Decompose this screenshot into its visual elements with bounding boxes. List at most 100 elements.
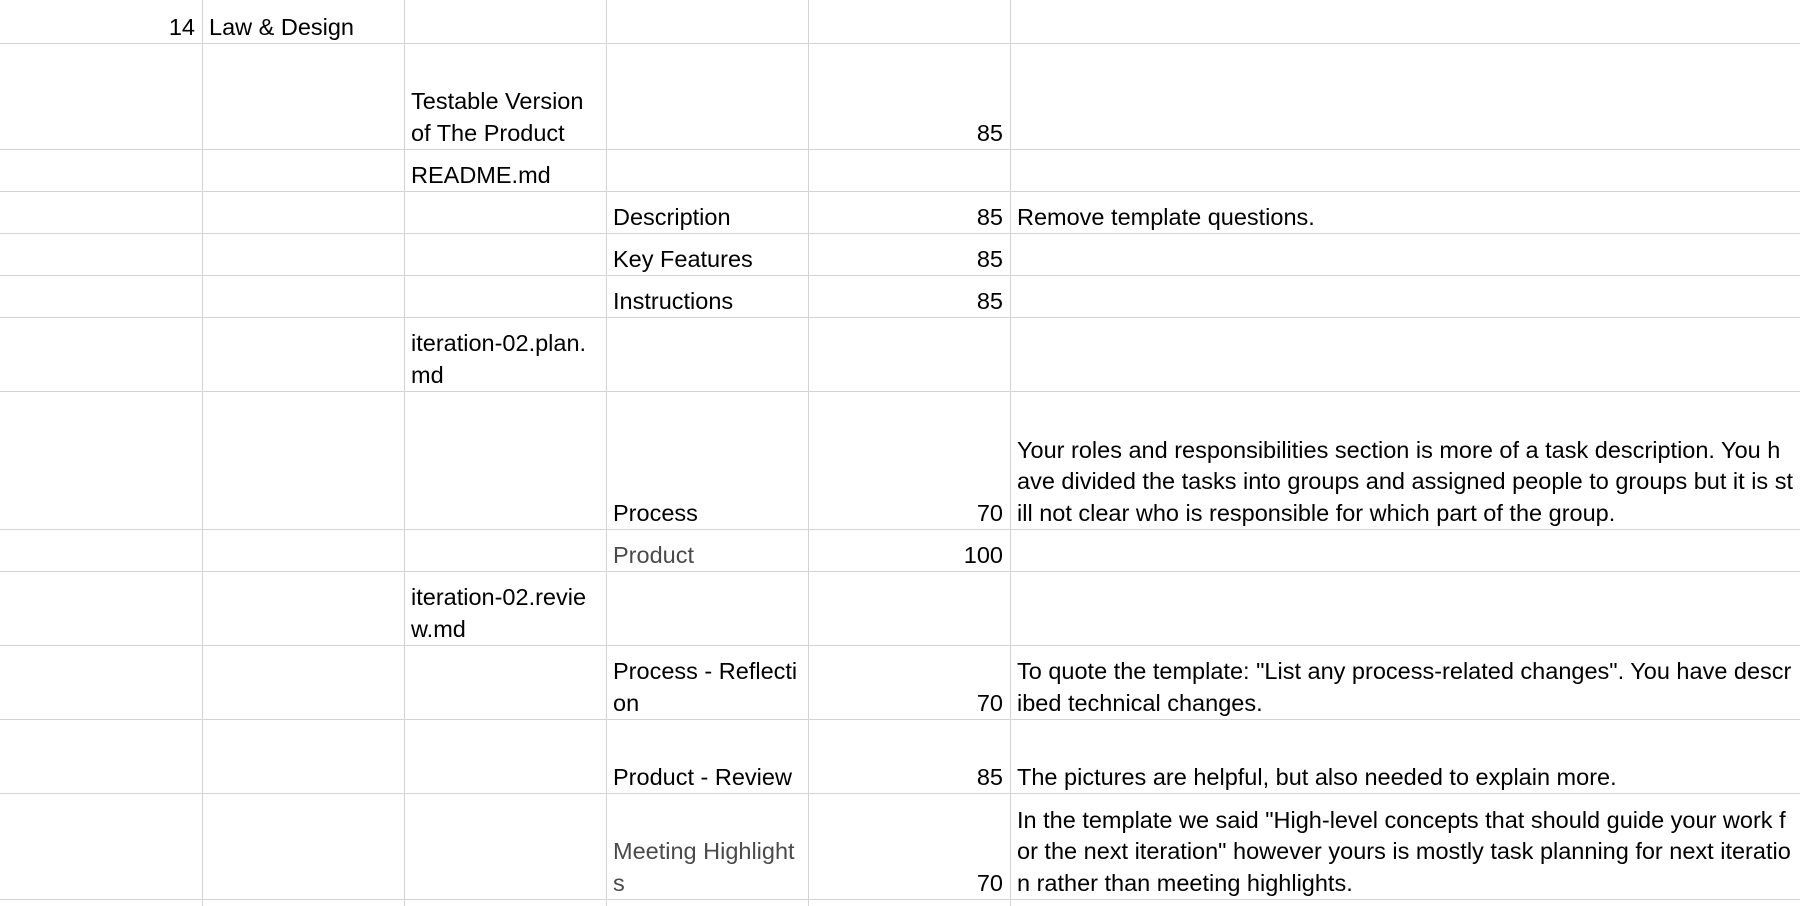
cell[interactable] (808, 899, 1011, 906)
cell[interactable] (0, 317, 203, 392)
comment-cell[interactable]: Remove template questions. (1010, 191, 1800, 234)
score-cell[interactable] (808, 317, 1011, 392)
comment-cell[interactable] (1010, 275, 1800, 318)
cell[interactable] (404, 719, 607, 794)
cell[interactable] (202, 793, 405, 900)
cell[interactable] (1010, 899, 1800, 906)
score-cell[interactable] (808, 571, 1011, 646)
table-row: iteration-02.review.md (0, 571, 1800, 646)
cell[interactable] (202, 191, 405, 234)
criterion-cell[interactable]: Key Features (606, 233, 809, 276)
comment-cell[interactable]: Your roles and responsibilities section … (1010, 391, 1800, 530)
table-row: Process 70 Your roles and responsibiliti… (0, 391, 1800, 530)
comment-cell[interactable] (1010, 233, 1800, 276)
deliverable-cell[interactable]: iteration-02.review.md (404, 571, 607, 646)
table-row: Instructions 85 (0, 275, 1800, 318)
criterion-cell[interactable]: Meeting Highlights (606, 793, 809, 900)
score-cell[interactable]: 100 (808, 529, 1011, 572)
cell[interactable] (0, 529, 203, 572)
criterion-cell[interactable]: Process (606, 391, 809, 530)
criterion-cell[interactable]: Product - Review (606, 719, 809, 794)
table-row: Process - Reflection 70 To quote the tem… (0, 645, 1800, 720)
cell[interactable] (202, 275, 405, 318)
cell[interactable] (808, 0, 1011, 44)
cell[interactable] (0, 43, 203, 150)
cell[interactable] (0, 391, 203, 530)
comment-cell[interactable]: In the template we said "High-level conc… (1010, 793, 1800, 900)
criterion-cell[interactable]: Instructions (606, 275, 809, 318)
cell[interactable] (0, 191, 203, 234)
cell[interactable] (404, 233, 607, 276)
comment-cell[interactable] (1010, 317, 1800, 392)
cell[interactable] (0, 719, 203, 794)
grading-table: 14 Law & Design Testable Version of The … (0, 0, 1800, 906)
cell[interactable] (0, 233, 203, 276)
cell[interactable] (202, 43, 405, 150)
cell[interactable] (202, 529, 405, 572)
cell[interactable] (404, 191, 607, 234)
score-cell[interactable]: 70 (808, 793, 1011, 900)
cell[interactable] (606, 43, 809, 150)
cell[interactable] (202, 719, 405, 794)
cell[interactable] (0, 149, 203, 192)
cell[interactable] (202, 149, 405, 192)
cell[interactable] (404, 529, 607, 572)
cell[interactable] (404, 793, 607, 900)
criterion-cell[interactable]: Process - Reflection (606, 645, 809, 720)
team-name-cell[interactable]: Law & Design (202, 0, 405, 44)
comment-cell[interactable] (1010, 529, 1800, 572)
cell[interactable] (202, 317, 405, 392)
criterion-cell[interactable]: Description (606, 191, 809, 234)
table-row: Product 100 (0, 529, 1800, 572)
table-row: Testable Version of The Product 85 (0, 43, 1800, 150)
comment-cell[interactable] (1010, 149, 1800, 192)
score-cell[interactable]: 85 (808, 191, 1011, 234)
cell[interactable] (404, 645, 607, 720)
cell[interactable] (202, 645, 405, 720)
table-row: Product - Review 85 The pictures are hel… (0, 719, 1800, 794)
cell[interactable] (606, 0, 809, 44)
cell[interactable] (606, 899, 809, 906)
cell[interactable] (202, 899, 405, 906)
deliverable-cell[interactable]: README.md (404, 149, 607, 192)
cell[interactable] (202, 391, 405, 530)
cell[interactable] (404, 275, 607, 318)
table-row: README.md (0, 149, 1800, 192)
table-row (0, 899, 1800, 906)
deliverable-cell[interactable]: iteration-02.plan.md (404, 317, 607, 392)
cell[interactable] (0, 793, 203, 900)
table-row: iteration-02.plan.md (0, 317, 1800, 392)
cell[interactable] (404, 391, 607, 530)
cell[interactable] (404, 899, 607, 906)
comment-cell[interactable]: The pictures are helpful, but also neede… (1010, 719, 1800, 794)
cell[interactable] (0, 275, 203, 318)
score-cell[interactable]: 70 (808, 645, 1011, 720)
cell[interactable] (606, 571, 809, 646)
cell[interactable] (0, 571, 203, 646)
cell[interactable] (606, 317, 809, 392)
criterion-cell[interactable]: Product (606, 529, 809, 572)
comment-cell[interactable] (1010, 43, 1800, 150)
cell[interactable] (0, 645, 203, 720)
deliverable-cell[interactable]: Testable Version of The Product (404, 43, 607, 150)
team-number-cell[interactable]: 14 (0, 0, 203, 44)
table-row: Description 85 Remove template questions… (0, 191, 1800, 234)
score-cell[interactable]: 70 (808, 391, 1011, 530)
table-row: Meeting Highlights 70 In the template we… (0, 793, 1800, 900)
score-cell[interactable]: 85 (808, 719, 1011, 794)
comment-cell[interactable]: To quote the template: "List any process… (1010, 645, 1800, 720)
cell[interactable] (1010, 0, 1800, 44)
cell[interactable] (202, 571, 405, 646)
table-row: 14 Law & Design (0, 0, 1800, 44)
comment-cell[interactable] (1010, 571, 1800, 646)
cell[interactable] (0, 899, 203, 906)
score-cell[interactable] (808, 149, 1011, 192)
spreadsheet-grid: 14 Law & Design Testable Version of The … (0, 0, 1800, 906)
score-cell[interactable]: 85 (808, 275, 1011, 318)
score-cell[interactable]: 85 (808, 43, 1011, 150)
cell[interactable] (404, 0, 607, 44)
score-cell[interactable]: 85 (808, 233, 1011, 276)
cell[interactable] (606, 149, 809, 192)
cell[interactable] (202, 233, 405, 276)
table-row: Key Features 85 (0, 233, 1800, 276)
